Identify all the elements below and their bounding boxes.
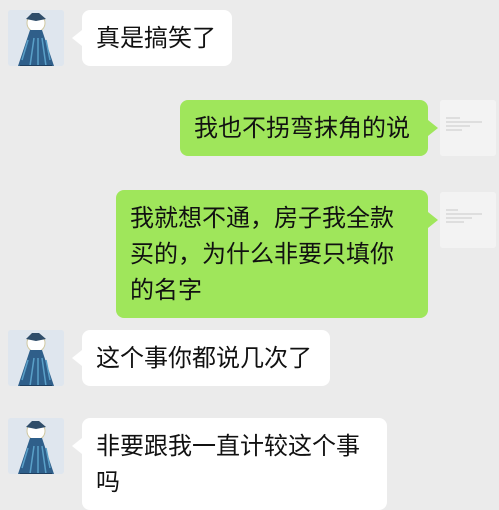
bubble-tail: [72, 438, 82, 454]
message-5: 非要跟我一直计较这个事吗: [0, 0, 499, 510]
chat-thread: 真是搞笑了 我也不拐弯抹角的说 我就想不通，房子我全款买的，为什么非要只填你的名…: [0, 0, 499, 510]
message-bubble[interactable]: 非要跟我一直计较这个事吗: [82, 418, 387, 510]
cartoon-avatar[interactable]: [8, 418, 64, 474]
message-text: 非要跟我一直计较这个事吗: [96, 432, 360, 496]
avatar-figure-icon: [8, 418, 64, 474]
